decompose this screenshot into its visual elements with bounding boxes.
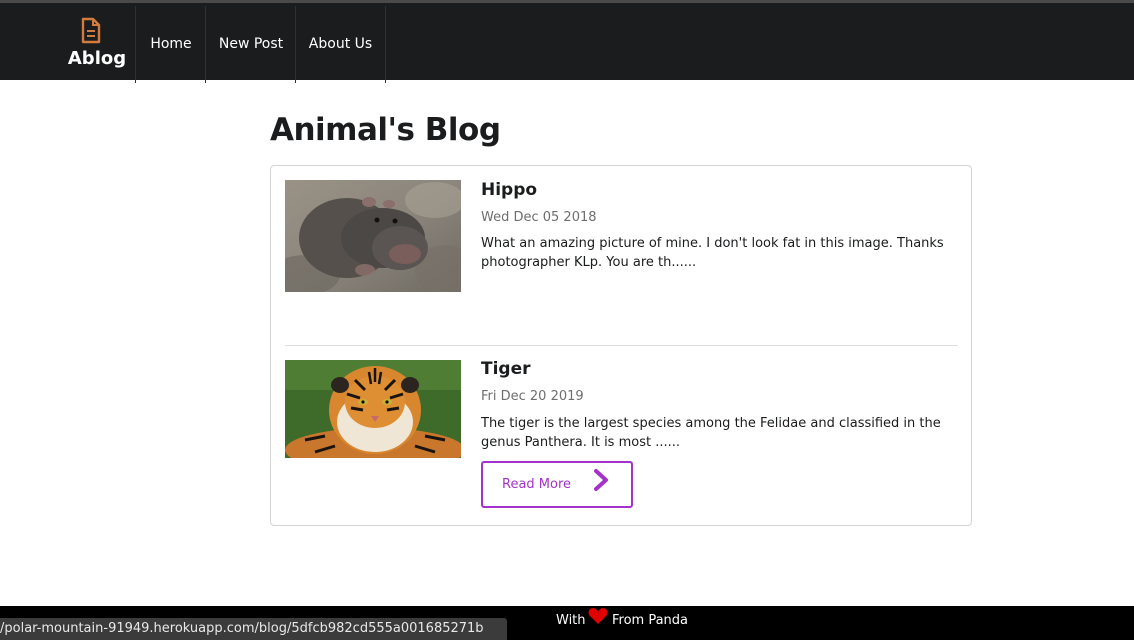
brand-name: Ablog	[67, 48, 127, 69]
post-excerpt: The tiger is the largest species among t…	[481, 416, 941, 450]
document-icon	[80, 17, 102, 49]
post-list-card: Hippo Wed Dec 05 2018 What an amazing pi…	[270, 165, 972, 526]
post-date: Wed Dec 05 2018	[481, 210, 597, 225]
footer-from-text: From Panda	[612, 613, 689, 628]
chevron-right-icon	[591, 467, 611, 499]
heart-icon	[588, 607, 608, 629]
page-title: Animal's Blog	[270, 112, 501, 148]
post-divider	[285, 345, 958, 346]
read-more-label: Read More	[502, 477, 572, 492]
brand-logo[interactable]: Ablog	[58, 6, 136, 83]
nav-about-us-link[interactable]: About Us	[295, 6, 386, 83]
nav-new-post-link[interactable]: New Post	[205, 6, 296, 83]
browser-status-url: /polar-mountain-91949.herokuapp.com/blog…	[0, 618, 507, 640]
top-nav-bar: Ablog Home New Post About Us	[0, 0, 1134, 83]
post-date: Fri Dec 20 2019	[481, 389, 584, 404]
post-title[interactable]: Tiger	[481, 359, 531, 379]
footer-with-text: With	[556, 613, 586, 628]
tiger-image[interactable]	[285, 360, 465, 472]
post-excerpt: What an amazing picture of mine. I don't…	[481, 236, 944, 270]
read-more-button[interactable]: Read More	[481, 461, 633, 508]
hippo-image[interactable]	[270, 180, 475, 295]
post-title[interactable]: Hippo	[481, 180, 537, 200]
nav-home-link[interactable]: Home	[135, 6, 206, 83]
